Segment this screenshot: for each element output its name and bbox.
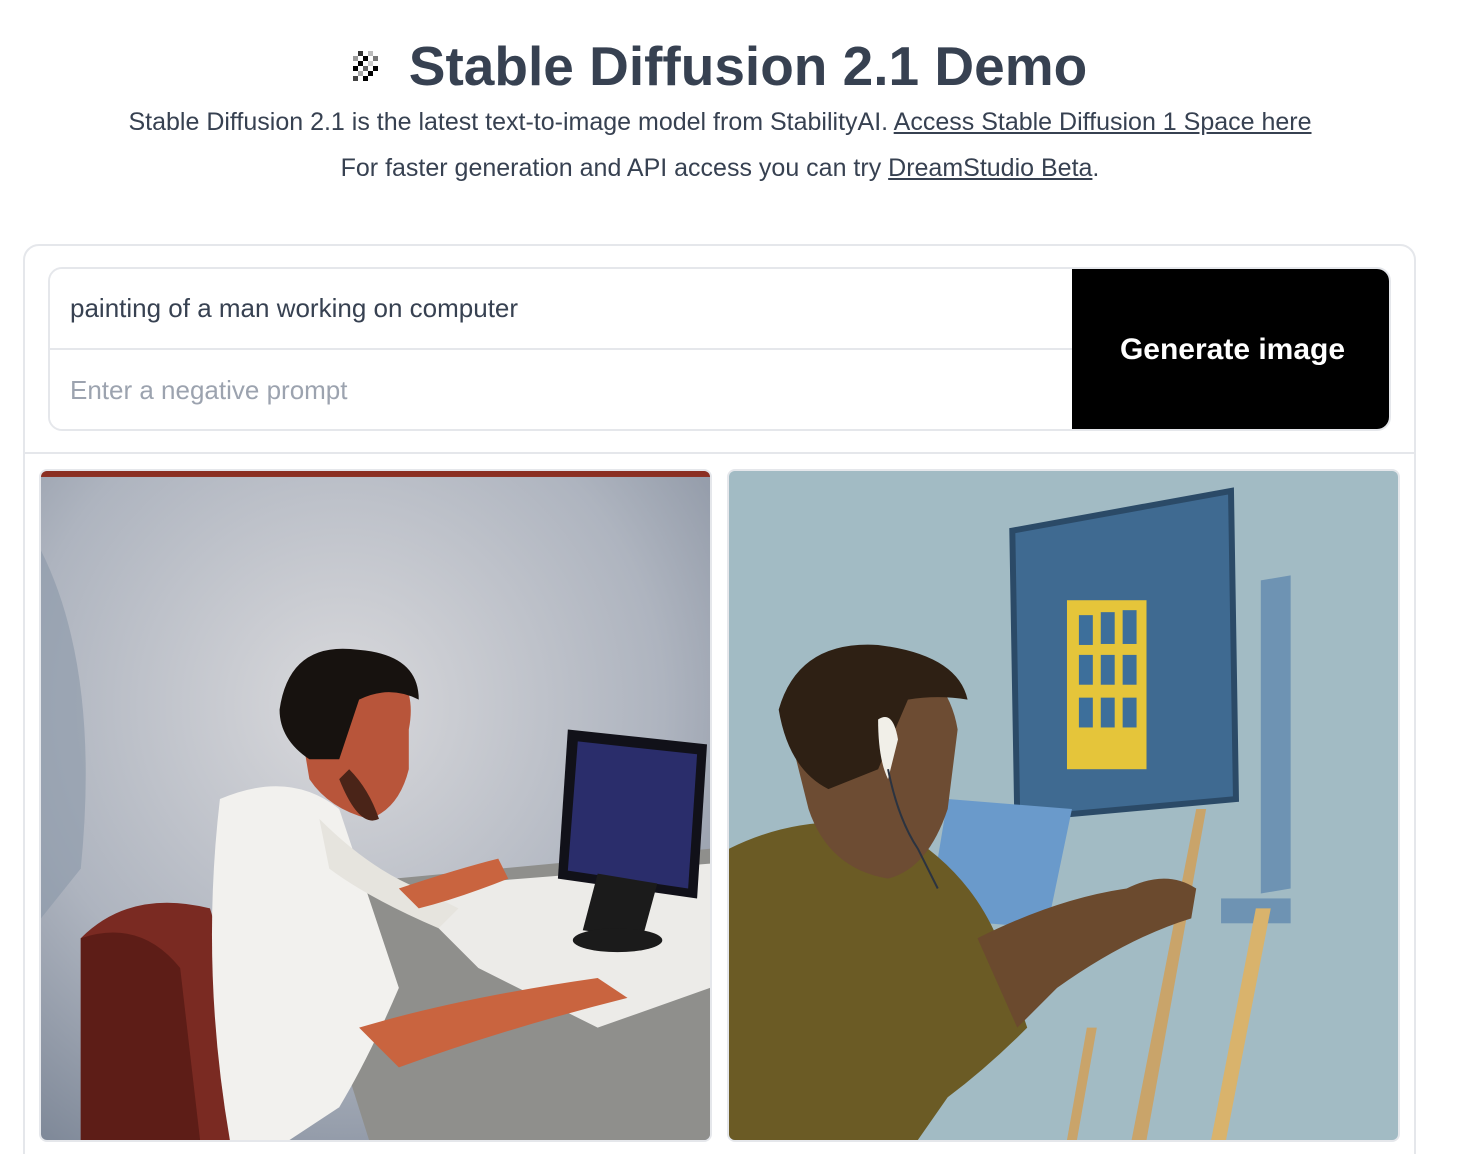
generated-image-man-at-laptop bbox=[41, 471, 710, 1140]
generated-image-man-at-easel bbox=[729, 471, 1398, 1140]
generate-image-button[interactable]: Generate image bbox=[1072, 269, 1389, 429]
dreamstudio-link[interactable]: DreamStudio Beta bbox=[888, 154, 1092, 182]
description-line-2: For faster generation and API access you… bbox=[0, 154, 1440, 183]
prompt-form: Generate image bbox=[48, 267, 1391, 431]
prompt-input[interactable] bbox=[50, 269, 1072, 350]
page-title: Stable Diffusion 2.1 Demo bbox=[408, 35, 1088, 97]
description-period: . bbox=[1092, 154, 1100, 182]
title-row: Stable Diffusion 2.1 Demo bbox=[0, 30, 1440, 102]
description-line-1: Stable Diffusion 2.1 is the latest text-… bbox=[0, 108, 1440, 137]
sd1-space-link[interactable]: Access Stable Diffusion 1 Space here bbox=[894, 108, 1312, 136]
description-text: For faster generation and API access you… bbox=[340, 154, 889, 182]
negative-prompt-input[interactable] bbox=[50, 350, 1072, 429]
description-text: Stable Diffusion 2.1 is the latest text-… bbox=[128, 108, 894, 136]
section-divider bbox=[25, 452, 1414, 454]
gallery-image-2[interactable] bbox=[727, 469, 1400, 1142]
pixel-logo-icon bbox=[352, 51, 378, 81]
page: Stable Diffusion 2.1 Demo Stable Diffusi… bbox=[0, 0, 1464, 1154]
gallery-image-1[interactable] bbox=[39, 469, 712, 1142]
